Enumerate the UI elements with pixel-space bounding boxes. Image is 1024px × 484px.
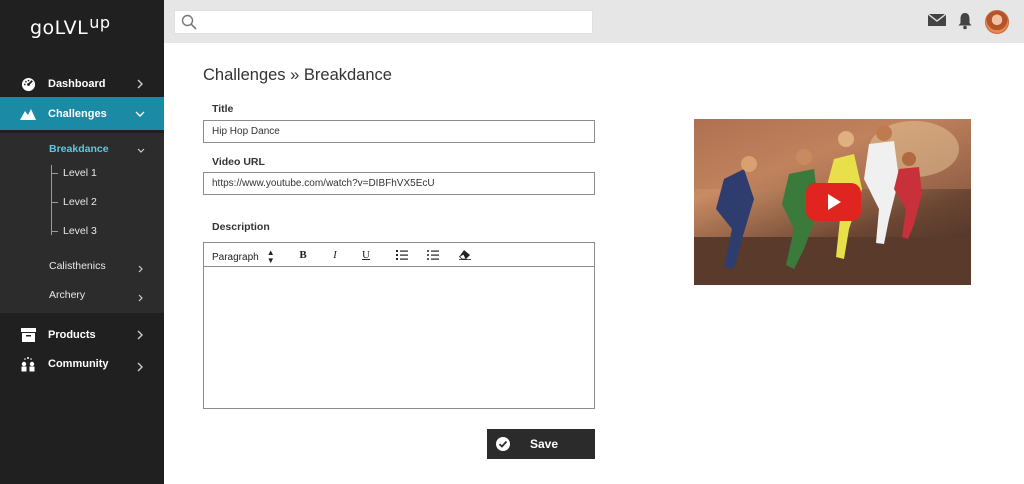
play-icon [827,194,841,210]
chevron-right-icon [134,328,146,340]
editor-body[interactable] [204,268,594,408]
chevron-down-icon [134,107,146,119]
mail-icon[interactable] [927,13,947,31]
underline-icon[interactable]: U [359,248,373,262]
sidebar-level-3[interactable]: Level 3 [63,225,97,237]
sidebar-item-label: Dashboard [48,78,106,90]
sidebar-subitem-calisthenics[interactable]: Calisthenics [49,260,106,272]
tree-tick [51,173,58,174]
archive-icon [20,327,36,343]
description-editor: Paragraph ▲ ▼ B I U [203,242,595,409]
chevron-down-icon [136,143,146,153]
chevron-right-icon [134,360,146,372]
logo-text: goLVL [30,17,89,39]
community-icon [20,356,36,372]
play-button[interactable] [806,183,861,221]
bell-icon[interactable] [957,12,975,30]
description-label: Description [212,221,270,233]
sidebar-item-label: Products [48,329,96,341]
eraser-icon[interactable] [458,248,472,262]
sidebar-item-label: Challenges [48,107,107,120]
search-input[interactable] [203,12,592,32]
sidebar-level-2[interactable]: Level 2 [63,196,97,208]
search-icon[interactable] [181,14,197,30]
sidebar-item-label: Community [48,358,109,370]
sort-arrows-icon: ▲ ▼ [266,248,275,265]
check-circle-icon [496,437,510,451]
title-label: Title [212,103,234,115]
bold-icon[interactable]: B [296,248,310,262]
challenges-submenu: Breakdance Level 1 Level 2 Level 3 Calis… [0,133,164,313]
tree-line [51,165,52,235]
search-box [174,10,593,34]
video-thumbnail[interactable] [694,119,971,285]
page-title: Challenges » Breakdance [203,66,392,84]
sidebar: goLVLup Dashboard Challenges Breakdance … [0,0,164,484]
italic-icon[interactable]: I [328,248,342,262]
title-input[interactable] [203,120,595,143]
sidebar-level-1[interactable]: Level 1 [63,167,97,179]
save-button[interactable]: Save [487,429,595,459]
tree-tick [51,231,58,232]
tree-tick [51,202,58,203]
save-label: Save [530,437,559,451]
sidebar-subitem-archery[interactable]: Archery [49,289,85,301]
dashboard-icon [20,76,36,92]
chevron-right-icon [134,77,146,89]
video-url-label: Video URL [212,156,265,168]
editor-toolbar: Paragraph ▲ ▼ B I U [204,243,594,267]
logo-sup-text: up [89,13,111,32]
bullet-list-icon[interactable] [426,248,440,262]
mountain-icon [20,106,36,122]
format-select[interactable]: Paragraph ▲ ▼ [212,249,275,265]
avatar[interactable] [985,10,1009,34]
chevron-right-icon [136,261,146,273]
top-bar [164,0,1024,43]
sidebar-item-community[interactable]: Community [0,349,164,379]
app-logo[interactable]: goLVLup [30,13,111,39]
format-select-value: Paragraph [212,251,259,263]
chevron-right-icon [136,290,146,302]
video-url-input[interactable] [203,172,595,195]
sidebar-item-challenges[interactable]: Challenges [0,97,164,130]
ordered-list-icon[interactable] [395,248,409,262]
sidebar-item-dashboard[interactable]: Dashboard [0,69,164,99]
sidebar-item-products[interactable]: Products [0,320,164,350]
sidebar-subitem-breakdance[interactable]: Breakdance [49,143,109,155]
